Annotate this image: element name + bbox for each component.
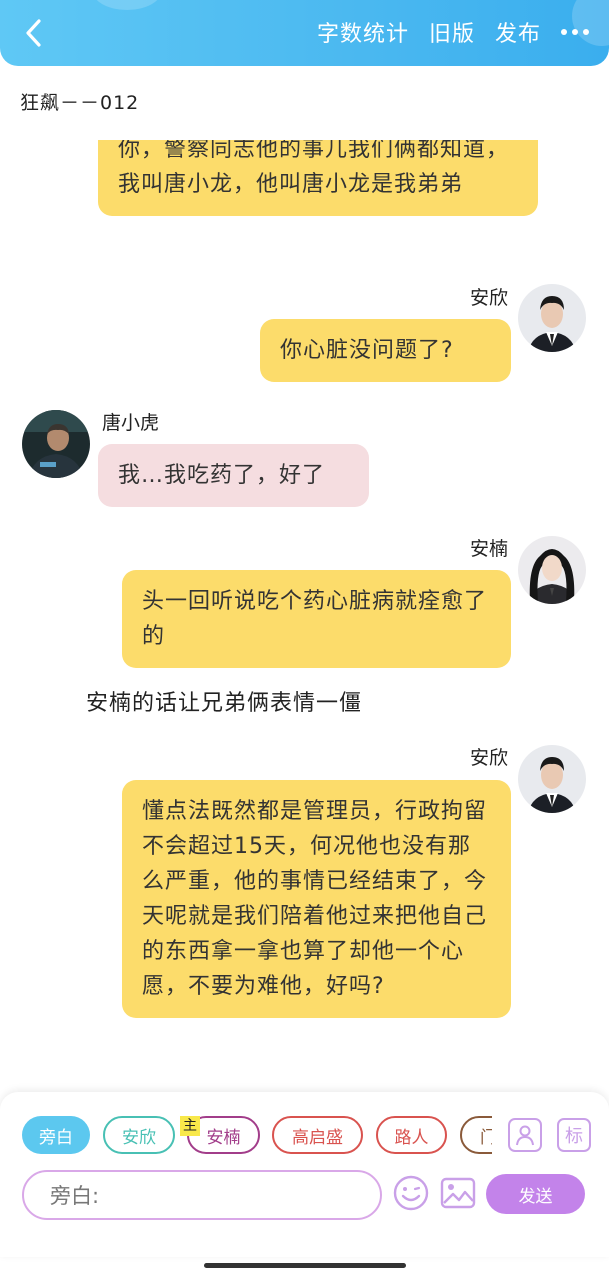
message-bubble[interactable]: 你心脏没问题了? [260,319,511,382]
image-icon[interactable] [440,1176,476,1210]
character-manage-icon[interactable] [508,1118,542,1152]
role-chip-more[interactable]: 门 [460,1116,492,1154]
speaker-name: 安楠 [470,538,509,560]
more-icon[interactable] [561,14,589,50]
narration-text[interactable]: 安楠的话让兄弟俩表情一僵 [86,685,362,717]
message-bubble[interactable]: 懂点法既然都是管理员，行政拘留不会超过15天，何况他也没有那么严重，他的事情已经… [122,780,511,1018]
message-text: 你，警察同志他的事儿我们俩都知道，我叫唐小龙，他叫唐小龙是我弟弟 [118,140,510,197]
message-bubble[interactable]: 你，警察同志他的事儿我们俩都知道，我叫唐小龙，他叫唐小龙是我弟弟 [98,140,538,216]
role-chip-passerby[interactable]: 路人 [376,1116,447,1154]
mark-label: 标 [565,1126,583,1147]
role-chip-narrator[interactable]: 旁白 [22,1116,90,1154]
publish-button[interactable]: 发布 [495,16,541,48]
avatar[interactable] [518,284,586,352]
emoji-icon[interactable] [392,1174,430,1212]
word-count-button[interactable]: 字数统计 [317,16,409,48]
header-decoration [92,0,162,10]
header-actions: 字数统计 旧版 发布 [317,14,589,50]
mark-button[interactable]: 标 [557,1118,591,1152]
message-text: 懂点法既然都是管理员，行政拘留不会超过15天，何况他也没有那么严重，他的事情已经… [142,799,488,999]
message-bubble[interactable]: 头一回听说吃个药心脏病就痊愈了的 [122,570,511,668]
avatar[interactable] [518,536,586,604]
chevron-left-icon [26,19,41,47]
speaker-name: 安欣 [470,747,509,769]
message-text: 你心脏没问题了? [280,338,454,363]
role-chip-anxin[interactable]: 安欣 [103,1116,175,1154]
top-nav-bar: 字数统计 旧版 发布 [0,0,609,66]
avatar[interactable] [22,410,90,478]
role-selector[interactable]: 旁白 安欣 安楠 高启盛 路人 门 [22,1116,492,1156]
chapter-title: 狂飙－－012 [20,92,140,114]
home-indicator[interactable] [204,1263,406,1268]
old-version-button[interactable]: 旧版 [429,16,475,48]
message-text: 我…我吃药了，好了 [118,463,326,488]
message-bubble[interactable]: 我…我吃药了，好了 [98,444,369,507]
avatar[interactable] [518,745,586,813]
speaker-name: 唐小虎 [102,412,160,434]
speaker-name: 安欣 [470,287,509,309]
message-text: 头一回听说吃个药心脏病就痊愈了的 [142,589,488,649]
back-button[interactable] [18,16,48,50]
message-input[interactable]: 旁白: [22,1170,382,1220]
composer-panel: 旁白 安欣 安楠 高启盛 路人 门 主 标 旁白: 发送 [0,1092,609,1257]
chat-list[interactable]: 你，警察同志他的事儿我们俩都知道，我叫唐小龙，他叫唐小龙是我弟弟 安欣 你心脏没… [0,140,609,1090]
input-role-prefix: 旁白: [50,1184,100,1208]
role-chip-gaoqisheng[interactable]: 高启盛 [272,1116,363,1154]
send-button[interactable]: 发送 [486,1174,585,1214]
main-role-badge: 主 [180,1116,200,1136]
